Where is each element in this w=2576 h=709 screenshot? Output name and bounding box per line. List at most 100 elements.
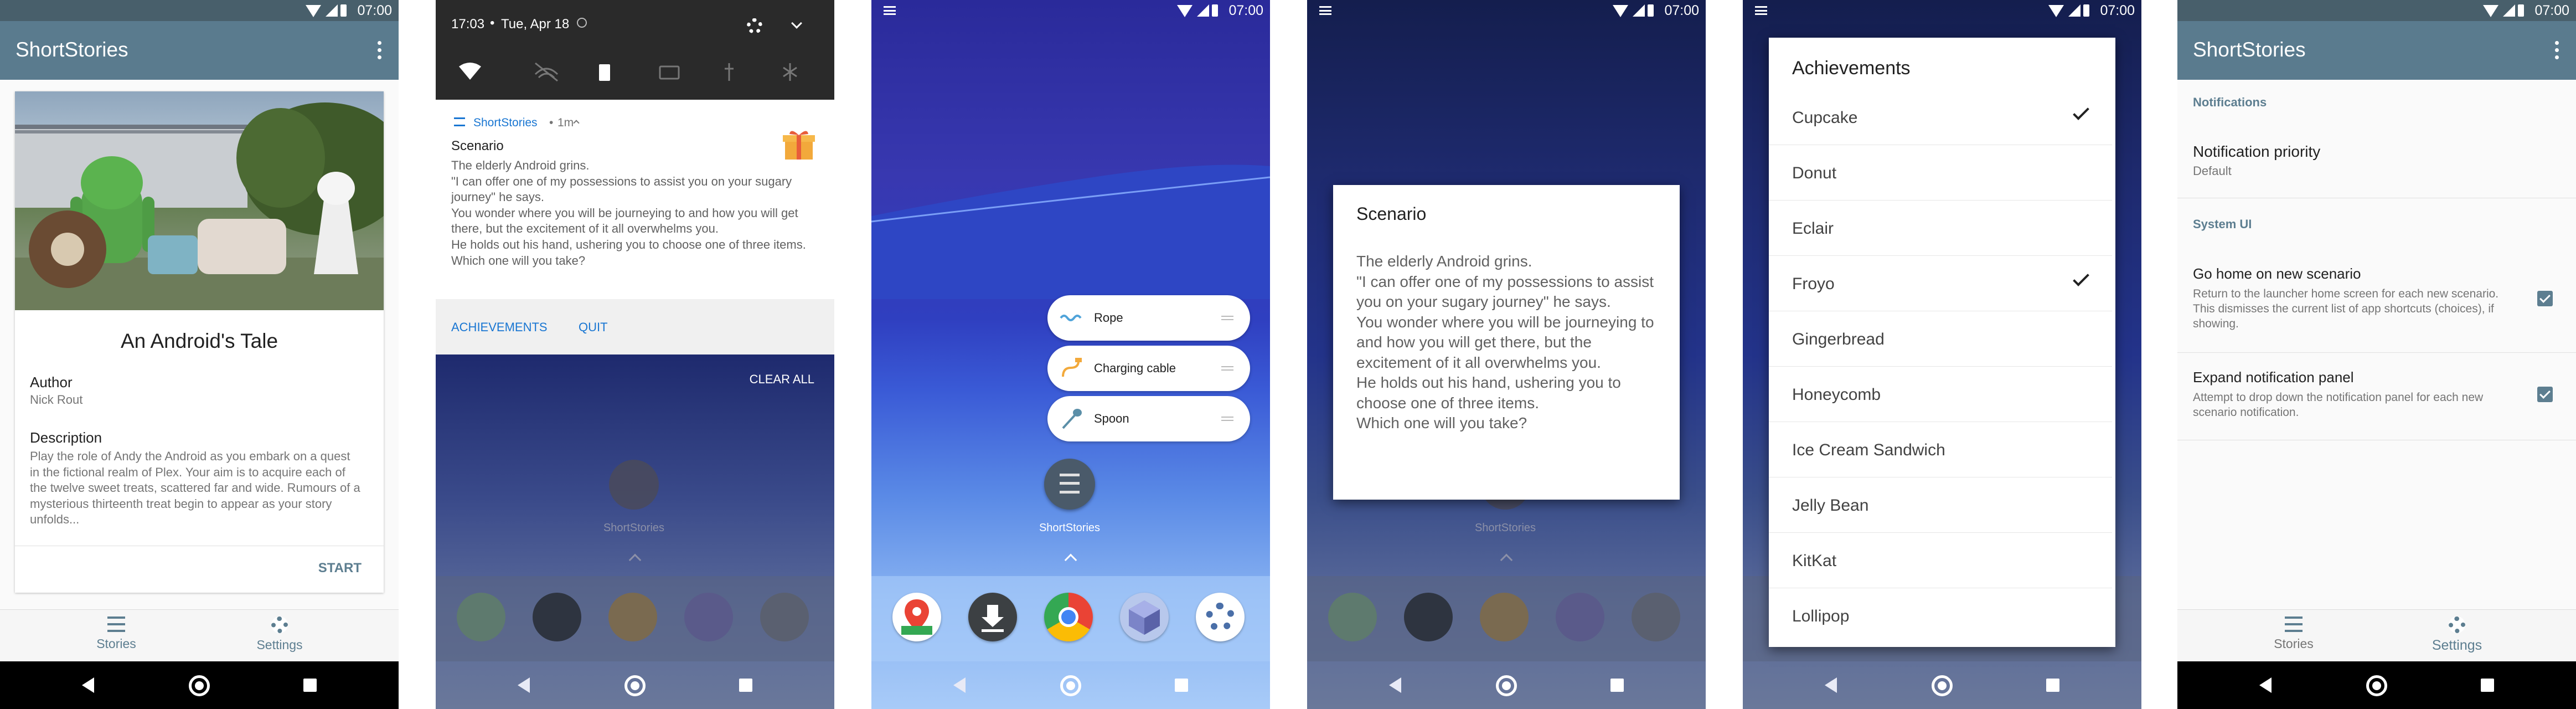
chrome-icon[interactable] (1044, 593, 1093, 641)
pref-desc: Return to the launcher home screen for e… (2193, 287, 2499, 330)
app-drawer-arrow[interactable] (1500, 553, 1513, 567)
home-icon[interactable] (1932, 675, 1953, 696)
shortcut-charging-cable[interactable]: Charging cable (1047, 346, 1250, 391)
bottom-navigation: Stories Settings (2177, 609, 2576, 661)
cube-icon[interactable] (1120, 593, 1169, 641)
maps-icon[interactable] (1328, 593, 1377, 641)
back-icon[interactable] (82, 677, 94, 693)
expand-checkbox[interactable] (2537, 387, 2553, 402)
home-app-label: ShortStories (1474, 522, 1536, 534)
shortcut-spoon[interactable]: Spoon (1047, 396, 1250, 441)
nav-settings[interactable]: Settings (2402, 615, 2512, 654)
recents-icon[interactable] (303, 679, 317, 692)
nav-settings[interactable]: Settings (224, 615, 335, 653)
system-nav-bar (1743, 661, 2141, 709)
system-nav-bar (2177, 661, 2576, 709)
item-label: Donut (1792, 164, 1837, 182)
cube-icon[interactable] (684, 593, 733, 641)
drag-handle[interactable] (1221, 417, 1233, 421)
settings-app-icon[interactable] (1632, 593, 1680, 641)
dock (1307, 576, 1706, 661)
chrome-icon[interactable] (1480, 593, 1529, 641)
overflow-menu-icon[interactable] (2555, 41, 2559, 60)
system-nav-bar (1307, 661, 1706, 709)
recents-icon[interactable] (2481, 679, 2494, 692)
home-icon[interactable] (624, 675, 646, 696)
download-icon[interactable] (968, 593, 1017, 641)
story-card[interactable]: An Android's Tale Author Nick Rout Descr… (15, 91, 384, 593)
check-icon (2073, 270, 2089, 286)
list-item-ice-cream-sandwich[interactable]: Ice Cream Sandwich (1769, 422, 2112, 477)
home-app-icon[interactable] (1044, 459, 1095, 510)
home-icon[interactable] (1060, 675, 1081, 696)
story-title: An Android's Tale (120, 330, 278, 352)
quit-action[interactable]: QUIT (579, 320, 608, 335)
battery-icon (2083, 4, 2089, 17)
app-drawer-arrow[interactable] (628, 553, 642, 567)
back-icon[interactable] (518, 677, 530, 693)
back-icon[interactable] (953, 677, 966, 693)
list-item-kitkat[interactable]: KitKat (1769, 533, 2112, 588)
list-item-cupcake[interactable]: Cupcake (1769, 90, 2112, 145)
home-icon[interactable] (1496, 675, 1517, 696)
wifi-icon (2483, 5, 2498, 17)
maps-icon[interactable] (892, 593, 941, 641)
pref-go-home[interactable]: Go home on new scenario Return to the la… (2177, 258, 2576, 353)
nav-stories-label: Stories (2274, 636, 2314, 651)
battery-icon (2518, 4, 2524, 17)
home-icon[interactable] (189, 675, 210, 696)
home-icon[interactable] (2366, 675, 2387, 696)
shortcut-rope[interactable]: Rope (1047, 295, 1250, 341)
pref-title: Notification priority (2193, 143, 2321, 160)
drag-handle[interactable] (1221, 366, 1233, 371)
download-icon[interactable] (533, 593, 581, 641)
app-title: ShortStories (2193, 38, 2306, 61)
clear-all-button[interactable]: CLEAR ALL (750, 372, 814, 387)
nav-stories[interactable]: Stories (2238, 615, 2349, 651)
nav-stories[interactable]: Stories (61, 615, 172, 651)
download-icon[interactable] (1404, 593, 1453, 641)
author-value: Nick Rout (30, 393, 83, 407)
overflow-menu-icon[interactable] (378, 41, 382, 60)
status-time: 07:00 (1664, 3, 1699, 18)
achievements-action[interactable]: ACHIEVEMENTS (451, 320, 548, 335)
notif-expand-icon[interactable] (573, 120, 580, 126)
list-item-jelly-bean[interactable]: Jelly Bean (1769, 477, 2112, 533)
go-home-checkbox[interactable] (2537, 291, 2553, 306)
start-button[interactable]: START (318, 561, 362, 576)
item-label: Eclair (1792, 219, 1834, 238)
list-item-lollipop[interactable]: Lollipop (1769, 588, 2112, 644)
list-item-gingerbread[interactable]: Gingerbread (1769, 311, 2112, 367)
recents-icon[interactable] (739, 679, 752, 692)
settings-gear-icon[interactable] (747, 18, 762, 34)
pref-expand-notification[interactable]: Expand notification panel Attempt to dro… (2177, 360, 2576, 440)
list-item-eclair[interactable]: Eclair (1769, 201, 2112, 256)
maps-icon[interactable] (457, 593, 505, 641)
app-bar: ShortStories (0, 21, 399, 80)
nav-stories-label: Stories (96, 636, 136, 651)
cube-icon[interactable] (1556, 593, 1604, 641)
back-icon[interactable] (1389, 677, 1401, 693)
drag-handle[interactable] (1221, 316, 1233, 320)
app-drawer-arrow[interactable] (1064, 553, 1077, 567)
recents-icon[interactable] (2046, 679, 2059, 692)
home-app-icon[interactable] (609, 460, 659, 510)
notif-dot: • (549, 116, 554, 129)
status-bar: 07:00 (2177, 0, 2576, 21)
list-item-froyo[interactable]: Froyo (1769, 256, 2112, 311)
app-bar: ShortStories (2177, 21, 2576, 80)
list-item-donut[interactable]: Donut (1769, 145, 2112, 201)
shade-date: Tue, Apr 18 (501, 17, 570, 32)
settings-app-icon[interactable] (760, 593, 809, 641)
chrome-icon[interactable] (608, 593, 657, 641)
pref-notification-priority[interactable]: Notification priority Default (2177, 132, 2576, 198)
recents-icon[interactable] (1610, 679, 1624, 692)
quick-tile-row[interactable] (458, 61, 823, 83)
recents-icon[interactable] (1175, 679, 1188, 692)
list-item-honeycomb[interactable]: Honeycomb (1769, 367, 2112, 422)
back-icon[interactable] (1825, 677, 1837, 693)
expand-chevron-icon[interactable] (791, 18, 802, 29)
screen-notification-shade: 17:03 • Tue, Apr 18 ShortStories • 1m Sc… (436, 0, 834, 709)
settings-app-icon[interactable] (1196, 593, 1245, 641)
back-icon[interactable] (2259, 677, 2272, 693)
